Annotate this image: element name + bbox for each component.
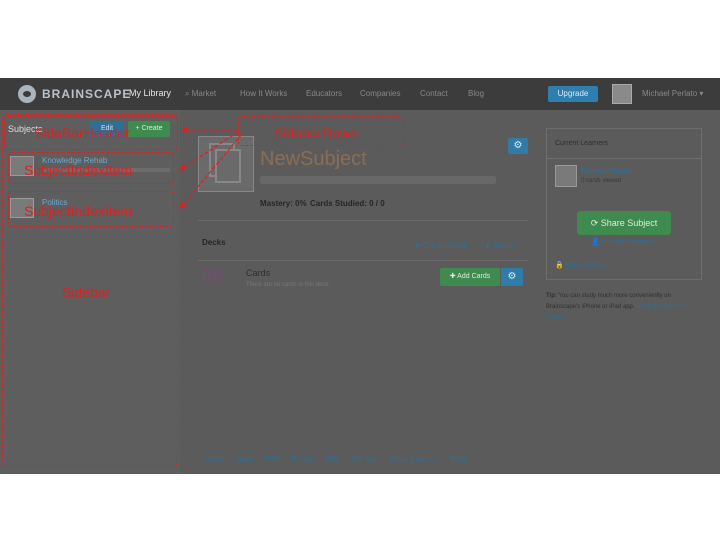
label-subject-index-item-1: SubjectIndexItem [24, 162, 133, 178]
label-sidebar-header: SideBarHeader [34, 125, 130, 141]
arrow-to-subject-item-1 [178, 131, 239, 171]
label-subject-index-item-2: SubjectIndexItem [24, 203, 133, 219]
annotation-arrows [178, 126, 243, 209]
label-sidebar: Sidebar [62, 284, 111, 300]
label-sidebar-rows: SidebarRows [274, 125, 358, 141]
arrow-to-subject-item-2 [179, 133, 243, 209]
